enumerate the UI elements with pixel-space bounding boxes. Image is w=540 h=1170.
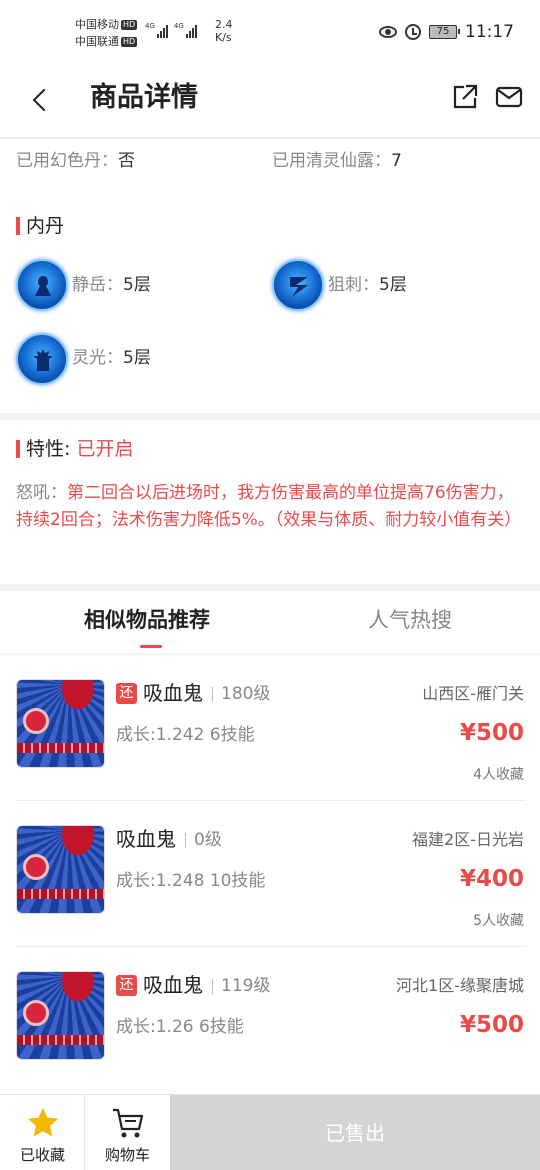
hd-badge: HD (121, 37, 138, 47)
item-name: 吸血鬼 (116, 827, 176, 851)
item-growth: 成长:1.242 6技能 (116, 725, 255, 745)
trait-status: 已开启 (76, 438, 134, 460)
signal-icons: 4G 4G (145, 22, 197, 38)
item-price: ¥500 (459, 720, 524, 746)
neidan-jingyue-icon (16, 259, 68, 311)
item-level: 0级 (185, 828, 222, 852)
signal-2-icon: 4G (174, 22, 197, 38)
alarm-icon (405, 24, 421, 40)
cart-label: 购物车 (104, 1146, 150, 1164)
pet-thumbnail (16, 679, 105, 768)
item-price: ¥500 (459, 1012, 524, 1038)
cart-button[interactable]: 购物车 (85, 1095, 170, 1170)
neidan-item: 狙刺：5层 (328, 275, 407, 295)
bargain-badge: 还 (116, 683, 137, 704)
back-button[interactable] (28, 86, 58, 116)
item-name: 吸血鬼 (143, 681, 203, 705)
item-server: 山西区-雁门关 (422, 684, 524, 703)
favorite-button[interactable]: 已收藏 (0, 1095, 85, 1170)
sold-out-button[interactable]: 已售出 (170, 1095, 540, 1170)
item-level: 119级 (212, 974, 270, 998)
carrier-1: 中国移动 (75, 18, 119, 31)
app-header: 商品详情 (0, 66, 540, 138)
carrier-info: 中国移动 HD 中国联通 HD (75, 16, 138, 50)
bargain-badge: 还 (116, 975, 137, 996)
message-icon[interactable] (494, 82, 524, 112)
trait-description: 怒吼：第二回合以后进场时，我方伤害最高的单位提高76伤害力，持续2回合；法术伤害… (16, 483, 522, 530)
status-bar: 中国移动 HD 中国联通 HD 4G 4G 2.4 K/s 75 11:17 (0, 0, 540, 66)
tab-popular[interactable]: 人气热搜 (368, 605, 452, 635)
battery-icon: 75 (429, 25, 460, 39)
network-speed: 2.4 K/s (215, 18, 233, 44)
recommendation-tabs: 相似物品推荐 人气热搜 (0, 591, 540, 655)
item-server: 福建2区-日光岩 (412, 830, 524, 849)
item-growth: 成长:1.248 10技能 (116, 871, 266, 891)
favorite-label: 已收藏 (19, 1146, 65, 1164)
item-name: 吸血鬼 (143, 973, 203, 997)
eye-icon (379, 26, 397, 38)
item-favorites: 5人收藏 (473, 913, 524, 929)
hd-badge: HD (121, 20, 138, 30)
pet-thumbnail (16, 971, 105, 1060)
trait-section: 特性: 已开启 怒吼：第二回合以后进场时，我方伤害最高的单位提高76伤害力，持续… (0, 420, 540, 584)
item-server: 河北1区-缘聚唐城 (396, 976, 524, 995)
bottom-action-bar: 已收藏 购物车 已售出 (0, 1094, 540, 1170)
item-level: 180级 (212, 682, 270, 706)
neidan-jusi-icon (272, 259, 324, 311)
list-item[interactable]: 还 吸血鬼 119级 河北1区-缘聚唐城 成长:1.26 6技能 ¥500 (0, 947, 540, 1093)
recommendation-section: 相似物品推荐 人气热搜 还 吸血鬼 180级 山西区-雁门关 成长:1.242 … (0, 591, 540, 1095)
clock: 11:17 (465, 22, 514, 42)
tab-indicator (140, 645, 162, 648)
tab-similar[interactable]: 相似物品推荐 (84, 605, 210, 635)
pet-thumbnail (16, 825, 105, 914)
neidan-item: 静岳：5层 (72, 275, 151, 295)
list-item[interactable]: 吸血鬼 0级 福建2区-日光岩 成长:1.248 10技能 ¥400 5人收藏 (0, 801, 540, 947)
attr-huanse: 已用幻色丹：否 (16, 151, 135, 171)
item-price: ¥400 (459, 866, 524, 892)
cart-icon (113, 1108, 144, 1138)
item-favorites: 4人收藏 (473, 767, 524, 783)
item-growth: 成长:1.26 6技能 (116, 1017, 244, 1037)
neidan-lingguang-icon (16, 333, 68, 385)
neidan-title: 内丹 (16, 213, 64, 239)
neidan-item: 灵光：5层 (72, 348, 151, 368)
star-icon (28, 1108, 58, 1137)
carrier-2: 中国联通 (75, 35, 119, 48)
attr-qingling: 已用清灵仙露：7 (272, 151, 402, 171)
page-title: 商品详情 (90, 82, 198, 113)
share-icon[interactable] (450, 82, 480, 112)
trait-title: 特性: 已开启 (16, 436, 133, 462)
pet-attributes-section: 已用幻色丹：否 已用清灵仙露：7 内丹 静岳：5层 狙刺：5层 灵光：5层 (0, 139, 540, 413)
list-item[interactable]: 还 吸血鬼 180级 山西区-雁门关 成长:1.242 6技能 ¥500 4人收… (0, 655, 540, 801)
signal-1-icon: 4G (145, 22, 168, 38)
